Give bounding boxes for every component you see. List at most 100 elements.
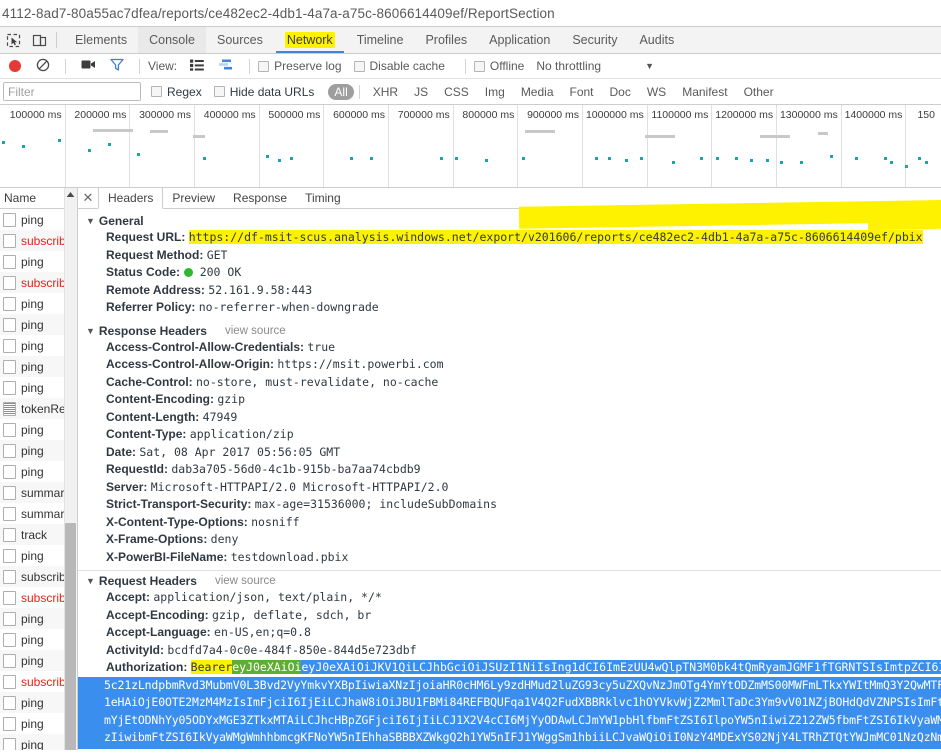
timeline-divider: [194, 105, 196, 187]
timeline-tick-label: 800000 ms: [462, 109, 515, 121]
scroll-up-arrow-icon[interactable]: [64, 188, 77, 201]
request-header-accept-encoding: Accept-Encoding: gzip, deflate, sdch, br: [78, 607, 941, 625]
request-header-activityid: ActivityId: bcdfd7a4-0c0e-484f-850e-844d…: [78, 642, 941, 660]
timeline-divider: [64, 105, 66, 187]
record-button[interactable]: [9, 60, 21, 72]
type-filter-img[interactable]: Img: [479, 84, 511, 100]
tab-console[interactable]: Console: [138, 27, 206, 53]
request-name: track: [21, 527, 48, 542]
section-title: General: [98, 214, 144, 228]
regex-checkbox[interactable]: Regex: [151, 85, 202, 99]
toolbar-separator: [464, 58, 466, 74]
section-request-headers[interactable]: ▼ Request Headers view source: [78, 573, 941, 589]
view-source-link[interactable]: view source: [225, 325, 286, 337]
timeline-request-dot: [595, 157, 598, 160]
status-ok-icon: [184, 268, 194, 277]
timeline-request-dot: [108, 143, 111, 146]
timeline-request-dot: [750, 159, 753, 162]
clear-icon[interactable]: [36, 58, 50, 75]
tab-sources[interactable]: Sources: [206, 27, 274, 53]
timeline-request-dot: [884, 157, 887, 160]
tab-elements[interactable]: Elements: [64, 27, 138, 53]
disable-cache-checkbox[interactable]: Disable cache: [353, 59, 445, 73]
waterfall-view-icon[interactable]: [218, 59, 234, 74]
response-header-strict-transport-security: Strict-Transport-Security: max-age=31536…: [78, 496, 941, 514]
header-value[interactable]: https://df-msit-scus.analysis.windows.ne…: [188, 230, 923, 244]
type-filter-media[interactable]: Media: [515, 84, 560, 100]
inspect-element-icon[interactable]: [0, 27, 26, 53]
auth-token-line[interactable]: mYjEtODNhYy05ODYxMGE3ZTkxMTAiLCJhcHBpZGF…: [78, 711, 941, 729]
view-source-link[interactable]: view source: [215, 575, 276, 587]
offline-checkbox[interactable]: Offline: [473, 59, 524, 73]
tab-network[interactable]: Network: [274, 27, 346, 53]
section-general[interactable]: ▼ General: [78, 213, 941, 229]
type-filter-doc[interactable]: Doc: [604, 84, 637, 100]
scrollbar-thumb[interactable]: [65, 523, 76, 750]
hide-data-urls-checkbox[interactable]: Hide data URLs: [213, 85, 314, 99]
auth-token-line[interactable]: 5MDMzNjMyODUtNzE5MzQ0NzA3LTA3LTE4ODA1NDU…: [78, 746, 941, 749]
device-toolbar-icon[interactable]: [26, 27, 52, 53]
header-name: X-PowerBI-FileName:: [106, 549, 231, 564]
browser-url-bar[interactable]: 4112-8ad7-80a55ac7dfea/reports/ce482ec2-…: [0, 0, 941, 26]
type-filter-other[interactable]: Other: [738, 84, 780, 100]
request-detail-pane: ✕ Headers Preview Response Timing ▼ Gene…: [78, 188, 941, 750]
timeline-request-dot: [278, 159, 281, 162]
devtools-tabbar: Elements Console Sources Network Timelin…: [0, 26, 941, 54]
tab-security[interactable]: Security: [561, 27, 628, 53]
auth-token-line[interactable]: 1eHAiOjE0OTE2MzM4MzIsImFjciI6IjEiLCJhaW8…: [78, 694, 941, 712]
capture-screenshots-icon[interactable]: [81, 59, 96, 73]
type-filter-font[interactable]: Font: [564, 84, 600, 100]
timeline-request-dot: [640, 157, 643, 160]
search-input[interactable]: [3, 82, 141, 101]
timeline-bar: [645, 135, 675, 138]
type-filter-xhr[interactable]: XHR: [367, 84, 404, 100]
type-filter-all[interactable]: All: [328, 83, 354, 100]
auth-token-line[interactable]: zIiwibmFtZSI6IkVyaWMgWmhhbmcgKFNoYW5nIEh…: [78, 729, 941, 747]
filter-funnel-icon[interactable]: [110, 58, 124, 74]
request-icon: [3, 296, 16, 311]
timeline-tick-label: 200000 ms: [74, 109, 127, 121]
type-filter-manifest[interactable]: Manifest: [676, 84, 733, 100]
auth-token-line[interactable]: eyJ0eXAiOiJKV1QiLCJhbGciOiJSUzI1NiIsIng1…: [301, 660, 941, 674]
request-name: ping: [21, 716, 44, 731]
close-icon[interactable]: ✕: [78, 188, 98, 208]
tab-profiles[interactable]: Profiles: [414, 27, 478, 53]
auth-token-head[interactable]: eyJ0eXAiOi: [232, 660, 302, 674]
section-response-headers[interactable]: ▼ Response Headers view source: [78, 323, 941, 339]
auth-token-block[interactable]: 5c21zLndpbmRvd3MubmV0L3Bvd2VyYmkvYXBpIiw…: [78, 676, 941, 749]
tab-audits[interactable]: Audits: [628, 27, 685, 53]
timeline-divider: [840, 105, 842, 187]
header-name: Accept-Encoding:: [106, 607, 213, 622]
tab-response[interactable]: Response: [224, 188, 296, 208]
request-name: subscrib: [21, 590, 66, 605]
tab-label: Elements: [75, 33, 128, 47]
header-name: Content-Length:: [106, 409, 203, 424]
tab-timeline[interactable]: Timeline: [346, 27, 415, 53]
tab-preview[interactable]: Preview: [163, 188, 224, 208]
request-name: ping: [21, 254, 44, 269]
tab-timing[interactable]: Timing: [296, 188, 350, 208]
throttling-select[interactable]: No throttling ▼: [536, 59, 654, 73]
timeline-request-dot: [700, 157, 703, 160]
timeline-divider: [905, 105, 907, 187]
timeline-divider: [258, 105, 260, 187]
timeline-request-dot: [522, 157, 525, 160]
tab-application[interactable]: Application: [478, 27, 561, 53]
list-view-icon[interactable]: [190, 59, 204, 74]
checkbox-box: [473, 60, 485, 72]
request-icon: [3, 464, 16, 479]
type-filter-js[interactable]: JS: [408, 84, 434, 100]
auth-token-line[interactable]: 5c21zLndpbmRvd3MubmV0L3Bvd2VyYmkvYXBpIiw…: [78, 676, 941, 694]
network-overview-timeline[interactable]: 100000 ms 200000 ms 300000 ms 400000 ms 5000…: [0, 105, 941, 188]
header-name: Date:: [106, 444, 140, 459]
type-filter-css[interactable]: CSS: [438, 84, 475, 100]
requests-scrollbar[interactable]: [64, 188, 77, 750]
header-row-authorization: Authorization: BearereyJ0eXAiOieyJ0eXAiO…: [78, 659, 941, 677]
preserve-log-checkbox[interactable]: Preserve log: [258, 59, 342, 73]
timeline-tick-label: 100000 ms: [9, 109, 62, 121]
tab-headers[interactable]: Headers: [98, 188, 164, 209]
preserve-log-label: Preserve log: [274, 59, 342, 73]
request-icon: [3, 422, 16, 437]
request-name: subscrib: [21, 674, 66, 689]
type-filter-ws[interactable]: WS: [641, 84, 672, 100]
